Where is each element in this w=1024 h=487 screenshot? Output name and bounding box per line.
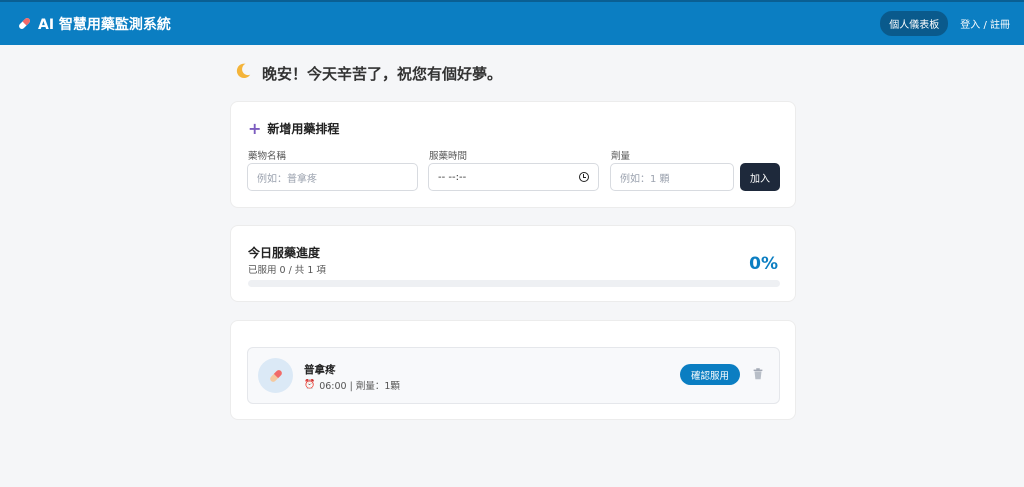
- nav-actions: 個人儀表板 登入 / 註冊: [880, 11, 1010, 36]
- medication-name: 普拿疼: [304, 364, 336, 376]
- add-button[interactable]: 加入: [740, 163, 780, 191]
- dashboard-button[interactable]: 個人儀表板: [880, 11, 949, 36]
- progress-subtitle: 已服用 0 / 共 1 項: [248, 265, 326, 276]
- app-title: AI 智慧用藥監測系統: [38, 16, 171, 33]
- greeting-text: 晚安！今天辛苦了，祝您有個好夢。: [262, 64, 503, 83]
- medication-item: 普拿疼 ⏰ 06:00 | 劑量：1顆 確認服用: [247, 347, 780, 404]
- brand[interactable]: AI 智慧用藥監測系統: [16, 14, 171, 34]
- medication-meta-text: 06:00 | 劑量：1顆: [319, 381, 400, 392]
- medicine-name-placeholder: 例如：普拿疼: [257, 173, 317, 185]
- time-label: 服藥時間: [429, 151, 468, 162]
- pill-icon: [16, 16, 32, 32]
- medication-avatar: [258, 358, 293, 393]
- medication-meta: ⏰ 06:00 | 劑量：1顆: [304, 378, 400, 392]
- plus-icon: +: [248, 118, 262, 138]
- alarm-clock-icon: ⏰: [304, 380, 316, 390]
- medication-list-card: 普拿疼 ⏰ 06:00 | 劑量：1顆 確認服用: [230, 320, 796, 420]
- progress-bar: [248, 280, 780, 287]
- add-schedule-heading: 新增用藥排程: [267, 122, 340, 136]
- trash-icon[interactable]: [751, 367, 765, 381]
- top-navbar: AI 智慧用藥監測系統 個人儀表板 登入 / 註冊: [0, 0, 1024, 45]
- dose-input[interactable]: 例如：1 顆: [610, 163, 734, 191]
- clock-icon[interactable]: [579, 172, 589, 182]
- time-input[interactable]: -- --:--: [428, 163, 599, 191]
- progress-card: 今日服藥進度 已服用 0 / 共 1 項 0%: [230, 225, 796, 302]
- dose-placeholder: 例如：1 顆: [620, 173, 670, 185]
- time-value: -- --:--: [438, 171, 467, 183]
- add-schedule-card: + 新增用藥排程 藥物名稱 例如：普拿疼 服藥時間 -- --:-- 劑量 例如…: [230, 101, 796, 208]
- login-link[interactable]: 登入 / 註冊: [960, 16, 1010, 31]
- moon-icon: [234, 62, 252, 84]
- dose-label: 劑量: [611, 151, 631, 162]
- add-schedule-title: + 新增用藥排程: [248, 120, 339, 137]
- confirm-taken-button[interactable]: 確認服用: [680, 364, 740, 385]
- medicine-name-input[interactable]: 例如：普拿疼: [247, 163, 418, 191]
- pill-icon: [269, 369, 282, 382]
- progress-title: 今日服藥進度: [248, 246, 321, 260]
- greeting: 晚安！今天辛苦了，祝您有個好夢。: [234, 62, 502, 84]
- medicine-name-label: 藥物名稱: [248, 151, 287, 162]
- progress-percent: 0%: [749, 254, 778, 274]
